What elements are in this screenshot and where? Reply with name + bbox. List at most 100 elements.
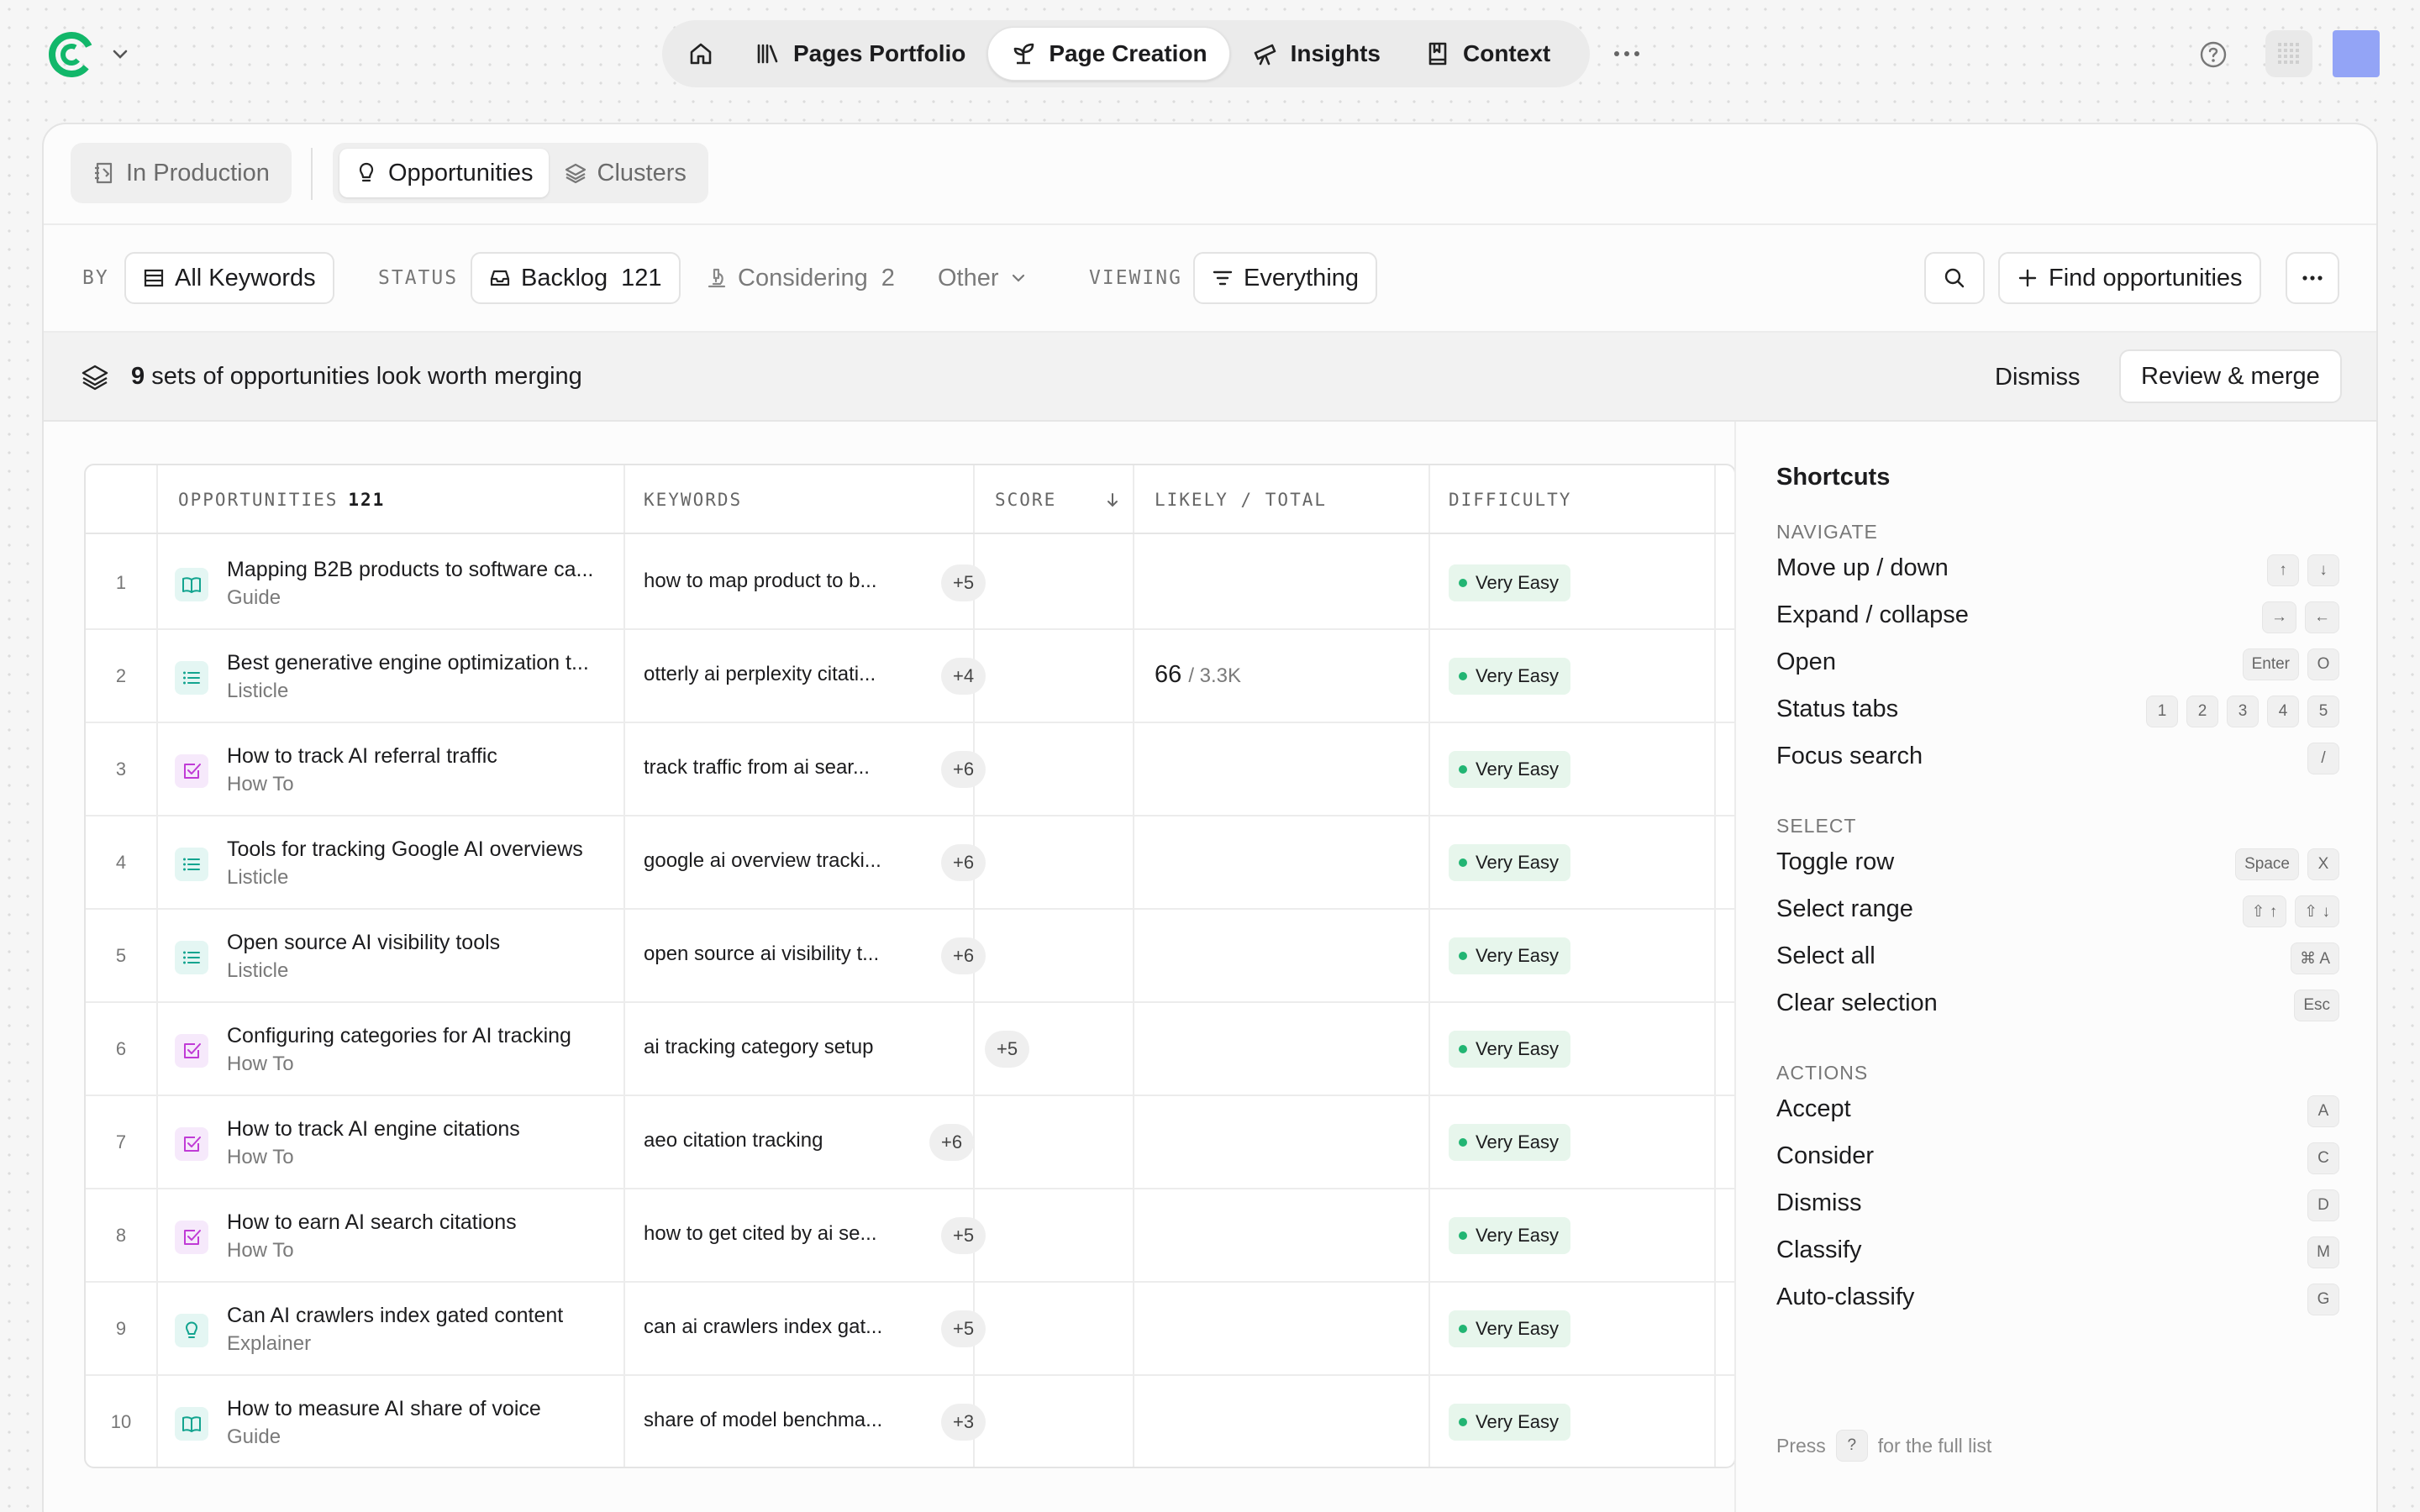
header-label: SCORE [995,490,1057,510]
header-opportunities[interactable]: OPPORTUNITIES 121 [178,465,385,534]
status-label: Considering [738,264,868,291]
review-merge-button[interactable]: Review & merge [2119,349,2342,403]
table-row[interactable]: 5 Open source AI visibility tools Listic… [86,909,1734,1003]
viewing-filter-button[interactable]: Everything [1193,252,1378,304]
more-keywords-badge[interactable]: +6 [929,1124,975,1161]
shortcut-label: Expand / collapse [1776,601,1969,628]
opportunity-title[interactable]: Configuring categories for AI tracking [227,1024,597,1048]
difficulty-label: Very Easy [1476,1225,1560,1246]
tab-in-production[interactable]: In Production [77,149,285,197]
search-button[interactable] [1924,252,1985,304]
status-other-dropdown[interactable]: Other [938,252,1028,304]
more-keywords-badge[interactable]: +6 [941,844,986,881]
more-keywords-badge[interactable]: +5 [941,1310,986,1347]
more-keywords-badge[interactable]: +3 [941,1404,986,1441]
tab-opportunities[interactable]: Opportunities [339,149,549,197]
opportunity-title[interactable]: Can AI crawlers index gated content [227,1304,597,1328]
shortcut-keys: → ← [2262,601,2339,633]
help-circle-icon[interactable] [2198,39,2228,70]
table-row[interactable]: 10 How to measure AI share of voice Guid… [86,1375,1734,1467]
sprout-icon [1010,40,1037,67]
layers-icon [81,363,109,391]
status-considering-button[interactable]: Considering 2 [706,252,895,304]
more-keywords-badge[interactable]: +6 [941,751,986,788]
table-row[interactable]: 1 Mapping B2B products to software ca...… [86,536,1734,630]
user-avatar[interactable] [2333,30,2380,77]
opportunity-title[interactable]: How to earn AI search citations [227,1210,597,1235]
opportunity-type: Guide [227,586,281,609]
opportunity-title[interactable]: Mapping B2B products to software ca... [227,558,597,582]
view-tabs-row: In Production Opportunities Clusters [44,124,2376,225]
grid-icon [2276,41,2302,66]
header-score[interactable]: SCORE [995,465,1121,534]
status-backlog-button[interactable]: Backlog 121 [471,252,681,304]
shortcut-keys: M [2307,1236,2339,1268]
status-dot [1459,1231,1467,1240]
header-difficulty[interactable]: DIFFICULTY [1449,465,1571,534]
keywords-filter-button[interactable]: All Keywords [124,252,334,304]
table-row[interactable]: 4 Tools for tracking Google AI overviews… [86,816,1734,910]
row-number: 4 [115,852,127,873]
brand-logo-icon[interactable] [47,30,96,79]
status-dot [1459,1418,1467,1426]
opportunity-title[interactable]: Best generative engine optimization t... [227,651,597,675]
table-row[interactable]: 8 How to earn AI search citations How To… [86,1189,1734,1283]
shortcut-label: Clear selection [1776,990,1938,1016]
table-row[interactable]: 7 How to track AI engine citations How T… [86,1095,1734,1189]
more-keywords-badge[interactable]: +5 [941,564,986,601]
more-keywords-badge[interactable]: +5 [941,1217,986,1254]
header-keywords[interactable]: KEYWORDS [644,465,742,534]
shortcut-row: Auto-classify G [1776,1278,2339,1319]
nav-label: Context [1463,40,1551,66]
chevron-down-icon[interactable] [109,44,131,66]
difficulty-label: Very Easy [1476,572,1560,593]
table-row[interactable]: 9 Can AI crawlers index gated content Ex… [86,1282,1734,1376]
opportunity-type: Explainer [227,1332,312,1355]
nav-home[interactable] [669,27,733,81]
shortcut-keys: ↑ ↓ [2267,554,2339,586]
key-cap: C [2307,1142,2339,1174]
opportunity-title[interactable]: How to measure AI share of voice [227,1397,597,1421]
shortcut-label: Consider [1776,1142,1875,1169]
inbox-icon [489,267,511,289]
main-nav: Pages Portfolio Page Creation Insights C… [662,20,1590,87]
opportunity-title[interactable]: How to track AI referral traffic [227,744,597,769]
more-keywords-badge[interactable]: +5 [985,1031,1030,1068]
table-row[interactable]: 2 Best generative engine optimization t.… [86,629,1734,723]
dismiss-button[interactable]: Dismiss [1976,353,2099,402]
nav-insights[interactable]: Insights [1230,27,1402,81]
filter-by-label: BY [82,267,109,289]
tab-clusters[interactable]: Clusters [549,149,702,197]
shortcut-label: Auto-classify [1776,1284,1915,1310]
more-keywords-badge[interactable]: +6 [941,937,986,974]
nav-pages-portfolio[interactable]: Pages Portfolio [733,27,987,81]
status-label: Other [938,264,999,291]
opportunity-title[interactable]: Tools for tracking Google AI overviews [227,837,597,862]
key-cap: ⌘ A [2291,942,2339,974]
find-opportunities-button[interactable]: Find opportunities [1998,252,2261,304]
more-keywords-badge[interactable]: +4 [941,658,986,695]
nav-page-creation[interactable]: Page Creation [987,27,1230,81]
more-actions-button[interactable] [2286,252,2339,304]
tab-label: Clusters [597,159,687,186]
nav-context[interactable]: Context [1402,27,1572,81]
more-horizontal-icon[interactable] [1612,40,1642,67]
total-value: / 3.3K [1188,664,1242,687]
shortcut-keys: Enter O [2242,648,2339,680]
keyword-text: share of model benchma... [644,1409,883,1431]
header-likely-total[interactable]: LIKELY / TOTAL [1155,465,1327,534]
difficulty-label: Very Easy [1476,852,1560,873]
key-cap: ↓ [2307,554,2339,586]
difficulty-label: Very Easy [1476,1411,1560,1432]
shortcut-row: Classify M [1776,1231,2339,1272]
header-label: LIKELY / TOTAL [1155,490,1328,510]
table-row[interactable]: 3 How to track AI referral traffic How T… [86,722,1734,816]
apps-grid-button[interactable] [2265,30,2312,77]
key-cap: X [2307,848,2339,880]
opportunity-title[interactable]: How to track AI engine citations [227,1117,597,1142]
key-cap: 4 [2267,696,2299,727]
opportunity-title[interactable]: Open source AI visibility tools [227,931,597,955]
shortcut-section-navigate: NAVIGATE [1776,521,1878,543]
table-row[interactable]: 6 Configuring categories for AI tracking… [86,1002,1734,1096]
key-cap: 3 [2227,696,2259,727]
